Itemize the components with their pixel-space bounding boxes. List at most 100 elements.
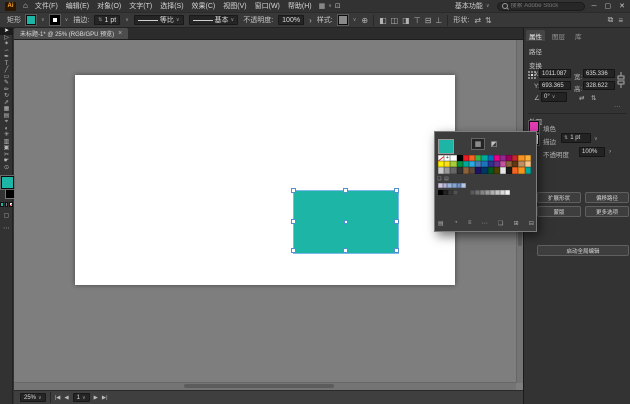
fill-color-chip[interactable] [26,15,36,25]
selected-rectangle[interactable] [292,189,399,254]
zoom-level-dropdown[interactable]: 25% ∨ [20,393,46,402]
menu-item[interactable]: 选择(S) [160,1,183,11]
gradient-mode-button[interactable] [4,202,9,207]
close-button[interactable]: ✕ [619,2,625,10]
fill-color-well[interactable] [1,176,14,189]
selection-handle[interactable] [292,249,295,252]
brush-definition-dropdown[interactable]: 基本 ∨ [188,15,239,25]
stroke-color-chip[interactable] [49,15,60,25]
swatch[interactable] [461,183,467,188]
stepper-arrows-icon[interactable]: ⇅ [98,18,102,23]
minimize-button[interactable]: ─ [592,3,597,10]
next-artboard-button[interactable]: ▶ [94,395,98,401]
quick-action-button[interactable]: 更多选项 [585,206,629,217]
workspace-switcher[interactable]: 基本功能 ∨ [455,1,490,11]
horizontal-scrollbar[interactable] [14,382,516,390]
panel-tab[interactable]: 属性 [526,30,545,41]
selection-handle[interactable] [344,249,347,252]
show-swatch-kinds-icon[interactable]: ≡ [468,220,472,227]
stroke-weight-stepper[interactable]: ⇅ 1 pt [94,15,121,25]
color-mode-button[interactable] [0,202,4,207]
align-top-icon[interactable]: ⊤ [414,16,421,25]
quick-action-button[interactable]: 扩展形状 [537,192,581,203]
width-profile-dropdown[interactable]: 等比 ∨ [133,15,184,25]
stroke-color-well[interactable] [5,189,15,199]
opacity-field[interactable]: 100% [579,147,605,157]
swatch-libraries-icon[interactable]: ▤ [438,220,444,227]
chevron-down-icon[interactable]: ∨ [328,3,332,9]
color-mixer-icon[interactable]: ◩ [487,138,501,150]
width-field[interactable]: 635.336 [583,69,615,78]
selection-handle[interactable] [395,249,398,252]
chevron-down-icon[interactable]: ∨ [125,17,129,23]
opacity-more-icon[interactable]: › [309,16,312,25]
menu-item[interactable]: 效果(C) [192,1,216,11]
height-field[interactable]: 328.622 [583,81,615,90]
panel-tab[interactable]: 图层 [549,30,568,41]
align-center-horizontal-icon[interactable]: ◫ [391,16,399,25]
restore-button[interactable]: ▢ [605,2,612,10]
chevron-down-icon[interactable]: ∨ [353,17,357,23]
stepper-arrows-icon[interactable]: ⇅ [564,136,568,141]
arrange-documents-icon[interactable]: ⧉ [608,15,614,25]
menu-item[interactable]: 对象(O) [97,1,121,11]
color-themes-icon[interactable]: ◔ [454,220,458,227]
arrange-documents-icon[interactable]: ▦ [319,2,326,10]
style-chip[interactable] [337,15,348,25]
menu-item[interactable]: 窗口(W) [255,1,280,11]
drawing-mode-button[interactable]: ▢ [0,212,13,219]
flip-vertical-icon[interactable]: ⇅ [485,16,492,25]
close-tab-icon[interactable]: × [118,30,122,37]
align-middle-icon[interactable]: ⊟ [425,16,432,25]
swatch-options-icon[interactable]: ⋯ [482,220,488,227]
selection-handle[interactable] [292,189,295,192]
menu-item[interactable]: 视图(V) [223,1,246,11]
flip-horizontal-icon[interactable]: ⇄ [579,94,584,102]
home-icon[interactable]: ⌂ [23,2,28,10]
swatches-view-icon[interactable]: ▦ [471,138,485,150]
first-artboard-button[interactable]: |◀ [55,395,61,401]
horizontal-scrollbar-thumb[interactable] [184,384,334,388]
opacity-more-icon[interactable]: › [609,148,611,155]
document-setup-icon[interactable]: ⊕ [361,16,368,25]
align-left-icon[interactable]: ◧ [379,16,387,25]
chevron-down-icon[interactable]: ∨ [41,17,45,23]
swatch[interactable] [505,190,510,195]
quick-action-button[interactable]: 偏移路径 [585,192,629,203]
artboard[interactable] [75,75,455,285]
selection-handle[interactable] [344,189,347,192]
selection-handle[interactable] [395,220,398,223]
share-screen-icon[interactable]: ⊡ [335,2,341,10]
y-field[interactable]: 693.365 [539,81,571,90]
panel-tab[interactable]: 库 [572,30,585,41]
swatch[interactable] [453,190,458,195]
more-options-icon[interactable]: ··· [614,103,621,110]
align-right-icon[interactable]: ◨ [402,16,410,25]
align-bottom-icon[interactable]: ⊥ [435,16,442,25]
rotation-dropdown[interactable]: 0° ∨ [541,92,567,102]
zoom-tool[interactable]: ⊙ [0,165,13,172]
link-width-height-icon[interactable] [617,70,625,90]
more-tools-button[interactable]: ⋯ [0,224,13,232]
chevron-down-icon[interactable]: ∨ [594,136,598,142]
flip-horizontal-icon[interactable]: ⇄ [474,16,481,25]
new-swatch-icon[interactable]: ⊞ [514,220,519,227]
x-field[interactable]: 1011.087 [539,69,571,78]
none-mode-button[interactable] [9,202,14,207]
quick-action-button[interactable]: 蒙版 [537,206,581,217]
flip-vertical-icon[interactable]: ⇅ [591,94,596,102]
selection-handle[interactable] [292,220,295,223]
previous-artboard-button[interactable]: ◀ [64,395,68,401]
menu-item[interactable]: 文字(T) [129,1,152,11]
swatch[interactable] [524,167,531,174]
menu-item[interactable]: 编辑(E) [66,1,89,11]
menu-item[interactable]: 帮助(H) [288,1,312,11]
menu-item[interactable]: 文件(F) [35,1,58,11]
stroke-weight-stepper[interactable]: ⇅ 1 pt [561,133,591,143]
start-global-edit-button[interactable]: 启动全局编辑 [537,245,629,256]
selection-handle[interactable] [395,189,398,192]
delete-swatch-icon[interactable]: ⊟ [529,220,534,227]
artboard-number-dropdown[interactable]: 1 ∨ [72,393,90,402]
search-input[interactable] [510,3,581,9]
document-tab[interactable]: 未标题-1* @ 25% (RGB/GPU 预览) × [14,28,129,39]
